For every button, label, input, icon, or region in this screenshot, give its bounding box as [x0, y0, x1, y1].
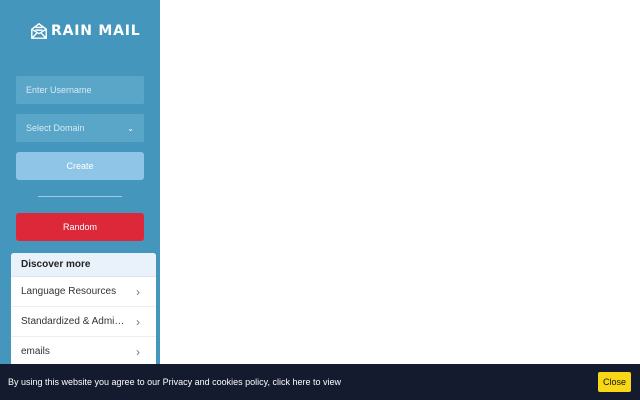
envelope-logo-icon	[30, 22, 48, 40]
chevron-right-icon: ›	[136, 314, 140, 329]
logo-text: RAIN MAIL	[51, 23, 141, 39]
logo[interactable]: RAIN MAIL	[30, 22, 141, 40]
username-input[interactable]	[26, 76, 144, 104]
discover-item-standardized-admissions[interactable]: Standardized & Admissi... ›	[11, 307, 156, 337]
domain-select-label: Select Domain	[26, 123, 85, 133]
discover-item-emails[interactable]: emails ›	[11, 337, 156, 365]
chevron-down-icon: ⌄	[127, 123, 134, 133]
discover-more-title: Discover more	[11, 253, 156, 277]
divider	[38, 196, 122, 197]
discover-item-label: Standardized & Admissi...	[21, 316, 129, 327]
random-button[interactable]: Random	[16, 213, 144, 241]
username-field[interactable]	[16, 76, 144, 104]
discover-more-panel: Discover more Language Resources › Stand…	[11, 253, 156, 365]
cookie-close-button[interactable]: Close	[598, 372, 631, 392]
chevron-right-icon: ›	[136, 344, 140, 359]
main-content-area	[160, 0, 640, 400]
cookie-banner: By using this website you agree to our P…	[0, 364, 640, 400]
sidebar: RAIN MAIL Select Domain ⌄ Create Random …	[0, 0, 160, 400]
discover-item-label: Language Resources	[21, 286, 117, 297]
cookie-policy-link[interactable]: By using this website you agree to our P…	[8, 377, 341, 387]
create-button[interactable]: Create	[16, 152, 144, 180]
discover-item-language-resources[interactable]: Language Resources ›	[11, 277, 156, 307]
chevron-right-icon: ›	[136, 284, 140, 299]
domain-select[interactable]: Select Domain ⌄	[16, 114, 144, 142]
discover-item-label: emails	[21, 346, 50, 357]
